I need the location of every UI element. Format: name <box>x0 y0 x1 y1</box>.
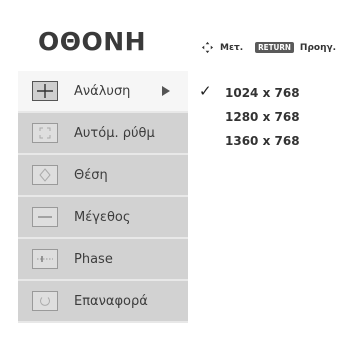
checkmark-icon: ✓ <box>199 82 212 100</box>
reset-icon <box>32 291 58 311</box>
move-arrows-icon <box>201 41 214 54</box>
return-key-icon: RETURN <box>255 42 294 53</box>
resolution-option-1024[interactable]: ✓ 1024 x 768 <box>199 82 300 110</box>
hint-return-label: Προηγ. <box>299 42 337 53</box>
menu-title: ΟΘΟΝΗ <box>38 27 147 56</box>
menu-item-label: Θέση <box>74 167 108 183</box>
menu-item-phase[interactable]: Phase <box>18 239 188 281</box>
menu-item-auto-config[interactable]: Αυτόμ. ρύθμ <box>18 113 188 155</box>
settings-menu: Ανάλυση Αυτόμ. ρύθμ Θέση Μέγεθος Phase Ε… <box>18 71 188 323</box>
hint-bar: Μετ. RETURN Προηγ. <box>201 41 336 54</box>
menu-item-label: Αυτόμ. ρύθμ <box>74 125 155 141</box>
resolution-option-1280[interactable]: 1280 x 768 <box>199 110 300 134</box>
menu-item-label: Επαναφορά <box>74 293 148 309</box>
hint-move-label: Μετ. <box>220 42 244 53</box>
menu-item-resolution[interactable]: Ανάλυση <box>18 71 188 113</box>
menu-item-position[interactable]: Θέση <box>18 155 188 197</box>
size-icon <box>32 207 58 227</box>
resolution-option-label: 1280 x 768 <box>225 110 300 124</box>
menu-item-label: Ανάλυση <box>74 83 131 99</box>
menu-item-label: Μέγεθος <box>74 209 131 225</box>
resolution-options: ✓ 1024 x 768 1280 x 768 1360 x 768 <box>199 82 300 158</box>
resolution-icon <box>32 81 58 101</box>
menu-item-reset[interactable]: Επαναφορά <box>18 281 188 323</box>
menu-item-label: Phase <box>74 251 113 267</box>
submenu-arrow-icon <box>162 86 170 96</box>
resolution-option-1360[interactable]: 1360 x 768 <box>199 134 300 158</box>
resolution-option-label: 1024 x 768 <box>225 86 300 100</box>
menu-item-size[interactable]: Μέγεθος <box>18 197 188 239</box>
resolution-option-label: 1360 x 768 <box>225 134 300 148</box>
position-icon <box>32 165 58 185</box>
auto-config-icon <box>32 123 58 143</box>
phase-icon <box>32 249 58 269</box>
